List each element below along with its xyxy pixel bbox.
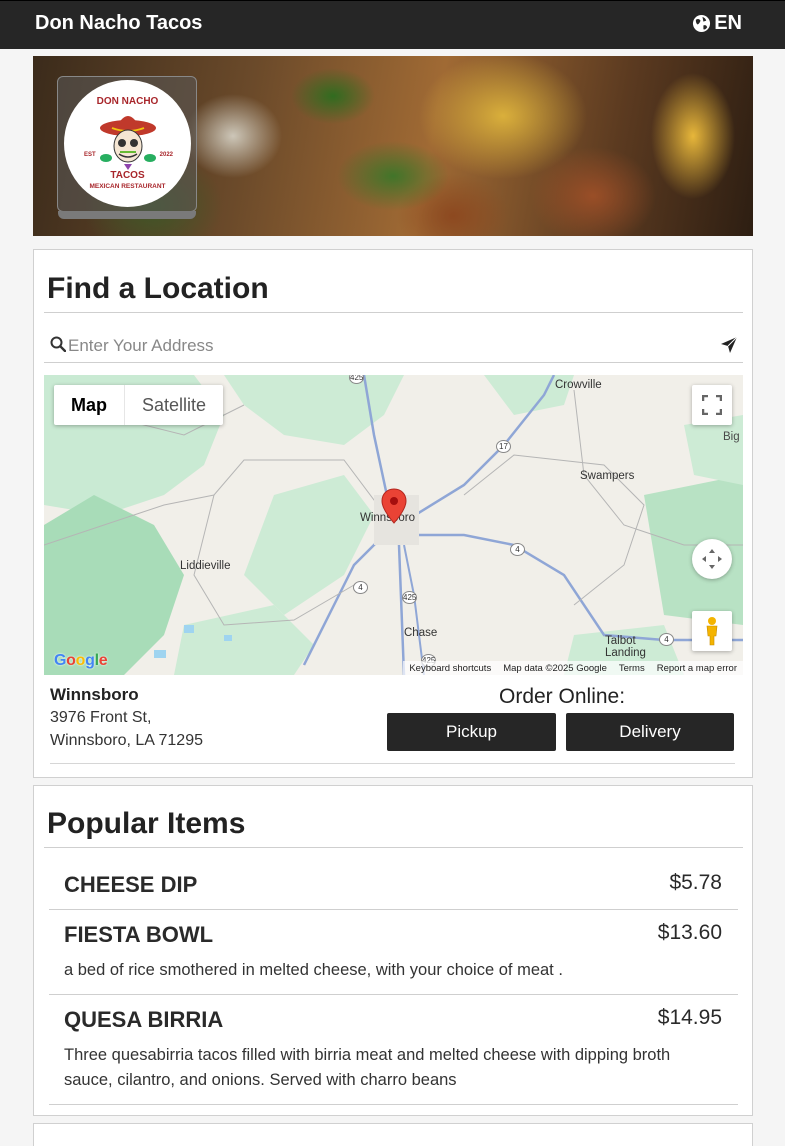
popular-items-title: Popular Items: [47, 807, 246, 840]
route-shield: 4: [659, 633, 674, 646]
terms-link[interactable]: Terms: [619, 663, 645, 674]
map-attribution: Keyboard shortcuts Map data ©2025 Google…: [403, 661, 743, 675]
logo-card: DON NACHO EST 2022 TACOS MEXICAN RESTAUR…: [57, 76, 197, 219]
route-shield: 4: [353, 581, 368, 594]
street-view-button[interactable]: [692, 611, 732, 651]
menu-item-description: Three quesabirria tacos filled with birr…: [64, 1046, 671, 1089]
map-type-map[interactable]: Map: [54, 385, 125, 425]
map-place-label: Liddieville: [180, 560, 231, 572]
map-place-label: Chase: [404, 627, 438, 639]
map-place-label: Talbot Landing: [605, 635, 646, 659]
location-name: Winnsboro: [50, 685, 139, 704]
route-shield: 4: [510, 543, 525, 556]
next-section-panel: [33, 1123, 753, 1146]
keyboard-shortcuts-link[interactable]: Keyboard shortcuts: [409, 663, 491, 674]
pickup-button[interactable]: Pickup: [387, 713, 556, 751]
menu-item[interactable]: CHEESE DIP $5.78: [49, 848, 738, 910]
map-camera-control[interactable]: [692, 539, 732, 579]
move-arrows-icon: [702, 549, 722, 569]
map-place-label: Crowville: [555, 379, 602, 391]
divider: [50, 763, 735, 764]
menu-item-name: QUESA BIRRIA: [64, 1007, 224, 1032]
language-selector[interactable]: EN: [692, 12, 742, 35]
map-type-satellite[interactable]: Satellite: [125, 385, 223, 425]
address-input[interactable]: [68, 333, 708, 359]
location-address-line2: Winnsboro, LA 71295: [50, 732, 203, 749]
menu-item-price: $5.78: [669, 871, 722, 894]
location-pin-icon[interactable]: [381, 488, 407, 524]
menu-item-price: $13.60: [657, 921, 722, 944]
map-place-label: Big State Mana: [723, 431, 743, 443]
route-shield: 425: [402, 591, 417, 604]
skull-sombrero-icon: [100, 116, 156, 170]
top-navbar: Don Nacho Tacos EN: [0, 0, 785, 49]
menu-item-name: FIESTA BOWL: [64, 922, 214, 947]
globe-icon: [693, 14, 711, 33]
find-location-panel: Find a Location Enter Your Address Map S…: [33, 249, 753, 778]
language-label: EN: [714, 12, 742, 34]
brand-name[interactable]: Don Nacho Tacos: [35, 12, 202, 35]
popular-items-panel: Popular Items CHEESE DIP $5.78 FIESTA BO…: [33, 785, 753, 1116]
menu-item-description: a bed of rice smothered in melted cheese…: [64, 961, 563, 979]
find-location-title: Find a Location: [47, 272, 269, 305]
report-map-error-link[interactable]: Report a map error: [657, 663, 737, 674]
menu-item[interactable]: QUESA BIRRIA $14.95 Three quesabirria ta…: [49, 995, 738, 1105]
location-address-line1: 3976 Front St,: [50, 709, 152, 726]
location-map[interactable]: Map Satellite Crowville Big State Mana S…: [44, 375, 743, 675]
fullscreen-button[interactable]: [692, 385, 732, 425]
locate-me-icon[interactable]: [720, 336, 738, 354]
delivery-button[interactable]: Delivery: [566, 713, 734, 751]
pegman-icon: [706, 617, 718, 646]
map-place-label: Swampers: [580, 470, 635, 482]
search-icon: [50, 336, 66, 352]
route-shield: 17: [496, 440, 511, 453]
map-data-text: Map data ©2025 Google: [503, 662, 607, 674]
hero-banner: DON NACHO EST 2022 TACOS MEXICAN RESTAUR…: [33, 56, 753, 236]
menu-item[interactable]: FIESTA BOWL $13.60 a bed of rice smother…: [49, 910, 738, 995]
map-type-toggle: Map Satellite: [54, 385, 224, 425]
menu-item-name: CHEESE DIP: [64, 872, 198, 897]
order-online-label: Order Online:: [499, 685, 626, 708]
menu-item-price: $14.95: [657, 1006, 722, 1029]
google-logo: Google: [54, 652, 108, 669]
restaurant-logo[interactable]: DON NACHO EST 2022 TACOS MEXICAN RESTAUR…: [64, 80, 191, 207]
fullscreen-icon: [702, 395, 722, 415]
address-search: [44, 329, 743, 363]
divider: [44, 312, 743, 313]
